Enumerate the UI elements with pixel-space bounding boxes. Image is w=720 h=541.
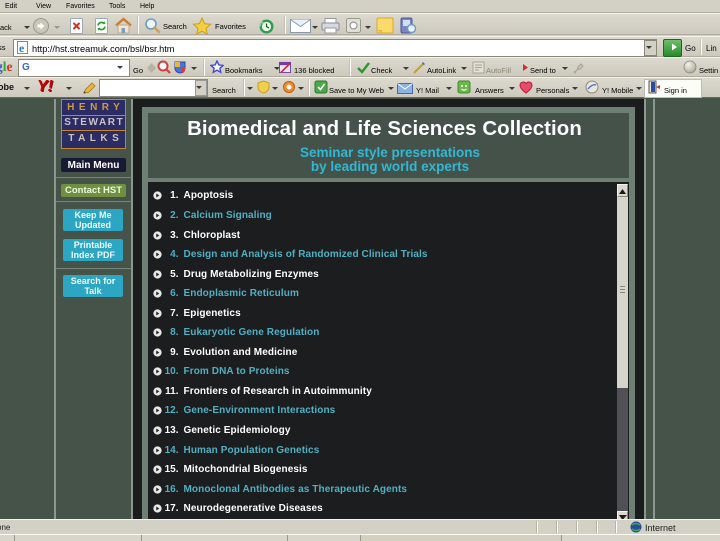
svg-text:e: e bbox=[19, 41, 25, 54]
